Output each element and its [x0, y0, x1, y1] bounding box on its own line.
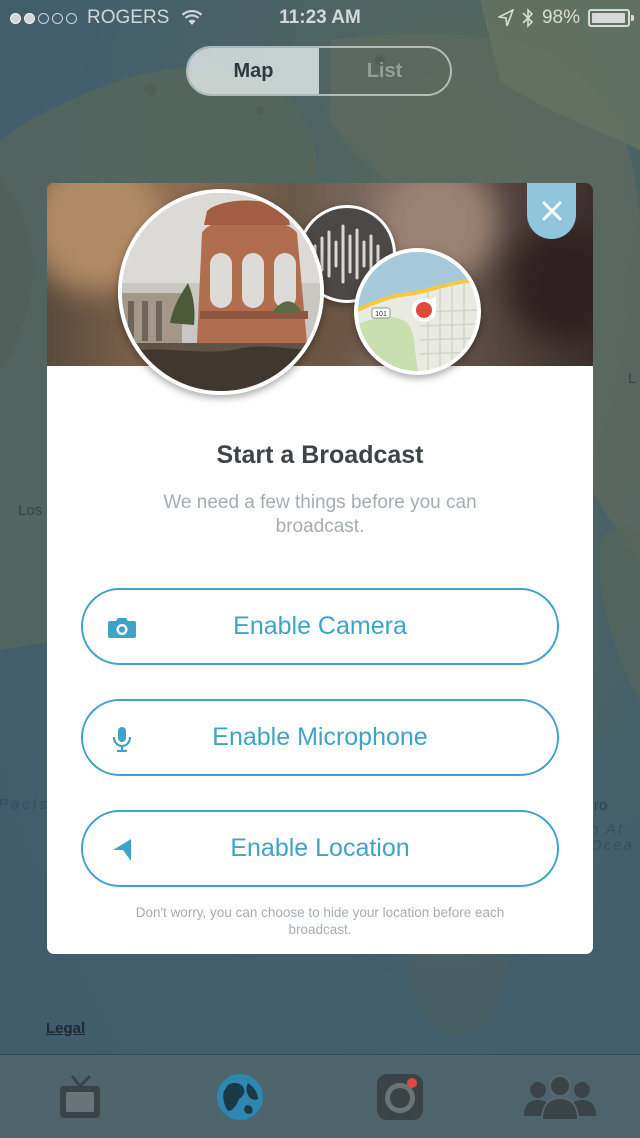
status-bar: ROGERS 11:23 AM 98%: [0, 0, 640, 36]
close-button[interactable]: [527, 183, 576, 239]
enable-location-button[interactable]: Enable Location: [81, 810, 559, 887]
battery-icon: [588, 9, 634, 27]
enable-location-label: Enable Location: [230, 834, 410, 862]
broadcast-photo-thumbnail: [118, 189, 324, 395]
map-label-l: L: [628, 370, 637, 387]
modal-title: Start a Broadcast: [216, 441, 424, 469]
enable-camera-button[interactable]: Enable Camera: [81, 588, 559, 665]
legal-link[interactable]: Legal: [46, 1020, 85, 1037]
location-map-thumbnail: 101: [354, 248, 481, 375]
tab-map[interactable]: Map: [188, 48, 319, 94]
map-thumb-image: 101: [358, 252, 477, 371]
tv-icon: [60, 1074, 100, 1118]
enable-camera-label: Enable Camera: [233, 612, 407, 640]
battery-percent: 98%: [541, 7, 580, 28]
map-label-los: Los: [18, 502, 43, 519]
banner-blur: [507, 223, 593, 343]
palace-photo-image: [122, 193, 320, 391]
status-right: 98%: [497, 7, 634, 29]
camera-icon: [107, 614, 137, 642]
enable-microphone-label: Enable Microphone: [212, 723, 428, 751]
modal-subtitle: We need a few things before you can broa…: [163, 492, 477, 537]
bluetooth-icon: [522, 8, 534, 28]
tab-list[interactable]: List: [319, 48, 450, 94]
enable-microphone-button[interactable]: Enable Microphone: [81, 699, 559, 776]
map-list-toggle[interactable]: Map List: [186, 46, 452, 96]
close-icon: [542, 201, 561, 221]
camera-record-icon: [377, 1073, 423, 1120]
map-label-ro: ro: [594, 797, 608, 814]
map-label-ocean: Ocea: [590, 837, 634, 854]
location-privacy-note: Don't worry, you can choose to hide your…: [135, 905, 505, 937]
map-label-pacific: Pacis: [0, 796, 50, 813]
map-label-north-atlantic: h At: [590, 821, 625, 838]
tab-people[interactable]: [480, 1055, 640, 1138]
location-icon: [107, 836, 137, 864]
tab-bar: [0, 1054, 640, 1138]
map-thumb-highway-label: 101: [375, 311, 387, 318]
tab-broadcast[interactable]: [320, 1055, 480, 1138]
start-broadcast-modal: 101 Start a Broadcast We need a few thin…: [47, 183, 593, 954]
location-arrow-icon: [497, 9, 514, 27]
globe-icon: [217, 1073, 263, 1120]
tab-global[interactable]: [160, 1055, 320, 1138]
microphone-icon: [107, 725, 137, 753]
tab-watch[interactable]: [0, 1055, 160, 1138]
battery-fill: [592, 13, 626, 23]
people-icon: [524, 1074, 596, 1120]
